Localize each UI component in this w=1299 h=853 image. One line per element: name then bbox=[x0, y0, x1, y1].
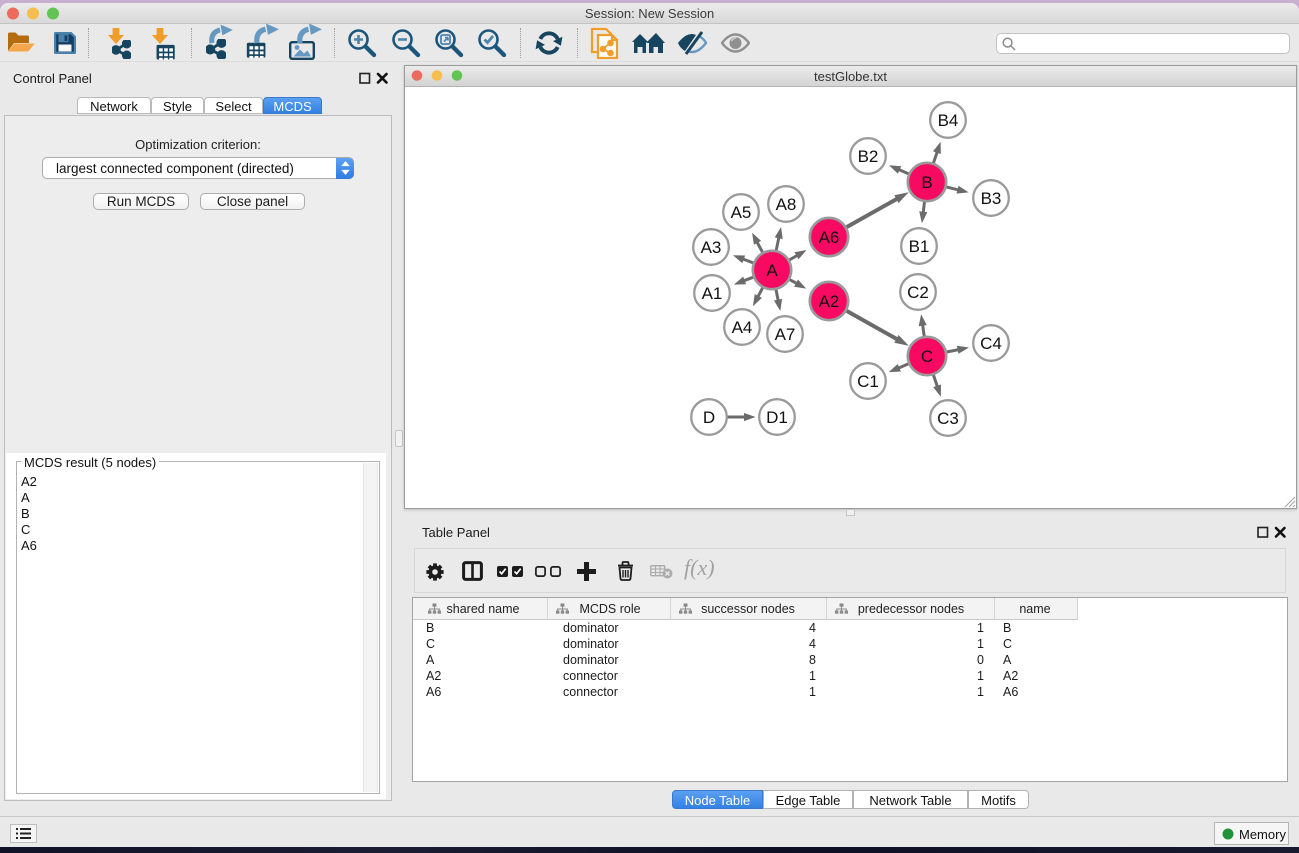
svg-text:A8: A8 bbox=[776, 195, 797, 214]
svg-text:A3: A3 bbox=[701, 238, 722, 257]
svg-text:A2: A2 bbox=[819, 292, 840, 311]
svg-text:A: A bbox=[766, 261, 778, 280]
svg-text:B3: B3 bbox=[981, 189, 1002, 208]
svg-text:B: B bbox=[921, 173, 932, 192]
svg-text:A6: A6 bbox=[819, 228, 840, 247]
svg-text:A4: A4 bbox=[732, 318, 753, 337]
svg-text:D1: D1 bbox=[766, 408, 788, 427]
svg-text:D: D bbox=[703, 408, 715, 427]
svg-text:A5: A5 bbox=[731, 203, 752, 222]
svg-text:C2: C2 bbox=[907, 283, 929, 302]
svg-text:A7: A7 bbox=[775, 325, 796, 344]
svg-text:B4: B4 bbox=[938, 111, 959, 130]
svg-text:C3: C3 bbox=[937, 409, 959, 428]
svg-text:C: C bbox=[921, 347, 933, 366]
svg-text:B1: B1 bbox=[909, 237, 930, 256]
svg-text:B2: B2 bbox=[858, 147, 879, 166]
svg-text:C4: C4 bbox=[980, 334, 1002, 353]
svg-text:A1: A1 bbox=[702, 284, 723, 303]
svg-text:C1: C1 bbox=[857, 372, 879, 391]
